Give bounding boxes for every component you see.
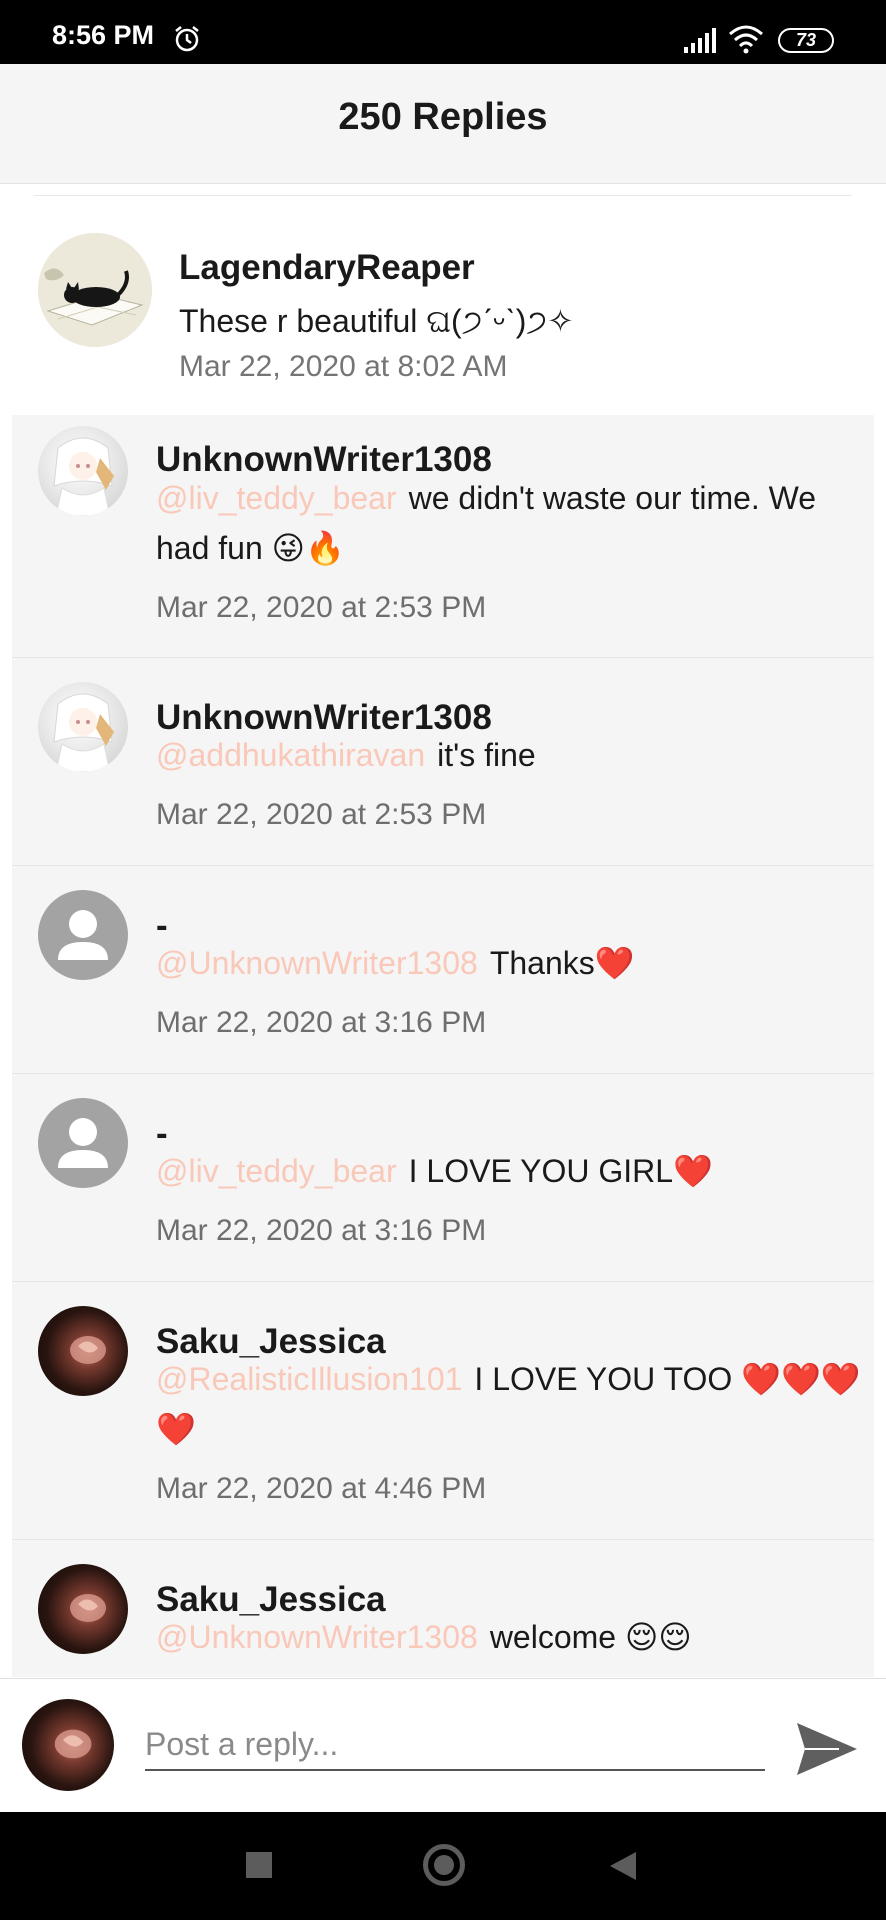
- mention-link[interactable]: @liv_teddy_bear: [156, 480, 397, 516]
- replies-list[interactable]: LagendaryReaper These r beautiful ଘ(੭ˊᵕˋ…: [0, 185, 886, 1677]
- timestamp: Mar 22, 2020 at 2:53 PM: [156, 798, 487, 831]
- back-icon[interactable]: [608, 1850, 638, 1882]
- mention-link[interactable]: @liv_teddy_bear: [156, 1153, 397, 1189]
- recents-icon[interactable]: [246, 1852, 272, 1878]
- reply-text: @RealisticIllusion101 I LOVE YOU TOO ❤️❤️…: [156, 1354, 861, 1454]
- reply-text: @UnknownWriter1308 welcome 😌😌: [156, 1612, 861, 1662]
- timestamp: Mar 22, 2020 at 8:02 AM: [179, 350, 508, 383]
- wifi-icon: [729, 25, 763, 54]
- battery-icon: 73: [778, 28, 834, 53]
- timestamp: Mar 22, 2020 at 3:16 PM: [156, 1006, 487, 1039]
- reply-text: @addhukathiravan it's fine: [156, 730, 861, 780]
- replies-container: UnknownWriter1308 @liv_teddy_bear we didn…: [12, 415, 874, 1677]
- mention-link[interactable]: @addhukathiravan: [156, 737, 425, 773]
- send-icon[interactable]: [795, 1717, 859, 1781]
- reply-item[interactable]: UnknownWriter1308 @addhukathiravan it's f…: [12, 658, 874, 866]
- anime-girl-avatar[interactable]: [38, 426, 128, 516]
- default-user-avatar[interactable]: [38, 1098, 128, 1188]
- reply-text: @UnknownWriter1308 Thanks❤️: [156, 938, 861, 988]
- home-icon[interactable]: [423, 1844, 465, 1886]
- timestamp: Mar 22, 2020 at 4:46 PM: [156, 1472, 487, 1505]
- anime-girl-avatar[interactable]: [38, 682, 128, 772]
- reply-message: it's fine: [437, 737, 536, 773]
- parent-comment[interactable]: LagendaryReaper These r beautiful ଘ(੭ˊᵕˋ…: [0, 196, 886, 415]
- reply-message: welcome 😌😌: [489, 1619, 692, 1655]
- timestamp: Mar 22, 2020 at 3:16 PM: [156, 1214, 487, 1247]
- reply-item[interactable]: Saku_Jessica @UnknownWriter1308 welcome 😌…: [12, 1540, 874, 1677]
- reply-item[interactable]: UnknownWriter1308 @liv_teddy_bear we didn…: [12, 415, 874, 658]
- mention-link[interactable]: @UnknownWriter1308: [156, 1619, 478, 1655]
- reply-text: @liv_teddy_bear I LOVE YOU GIRL❤️: [156, 1146, 861, 1196]
- reply-message: Thanks❤️: [489, 945, 635, 981]
- timestamp: Mar 22, 2020 at 2:53 PM: [156, 591, 487, 624]
- rose-avatar: [22, 1699, 114, 1791]
- reply-text: @liv_teddy_bear we didn't waste our time.…: [156, 473, 861, 573]
- alarm-icon: [175, 26, 199, 52]
- signal-icon: [684, 28, 716, 53]
- rose-avatar[interactable]: [38, 1306, 128, 1396]
- header: 250 Replies: [0, 64, 886, 184]
- status-time: 8:56 PM: [52, 20, 155, 50]
- rose-avatar[interactable]: [38, 1564, 128, 1654]
- default-user-avatar[interactable]: [38, 890, 128, 980]
- username[interactable]: LagendaryReaper: [179, 248, 475, 288]
- black-cat-on-book-avatar[interactable]: [38, 233, 152, 347]
- comment-text: These r beautiful ଘ(੭ˊᵕˋ)੭✧: [179, 303, 574, 339]
- reply-item[interactable]: Saku_Jessica @RealisticIllusion101 I LOVE…: [12, 1282, 874, 1540]
- mention-link[interactable]: @UnknownWriter1308: [156, 945, 478, 981]
- status-bar: 8:56 PM 73: [0, 0, 886, 64]
- reply-composer: [0, 1678, 886, 1812]
- reply-item[interactable]: - @liv_teddy_bear I LOVE YOU GIRL❤️ Mar 2…: [12, 1074, 874, 1282]
- system-navigation-bar: [0, 1812, 886, 1920]
- reply-input[interactable]: [145, 1719, 765, 1771]
- page-title: 250 Replies: [338, 96, 548, 138]
- mention-link[interactable]: @RealisticIllusion101: [156, 1361, 462, 1397]
- reply-item[interactable]: - @UnknownWriter1308 Thanks❤️ Mar 22, 202…: [12, 866, 874, 1074]
- reply-message: I LOVE YOU GIRL❤️: [408, 1153, 713, 1189]
